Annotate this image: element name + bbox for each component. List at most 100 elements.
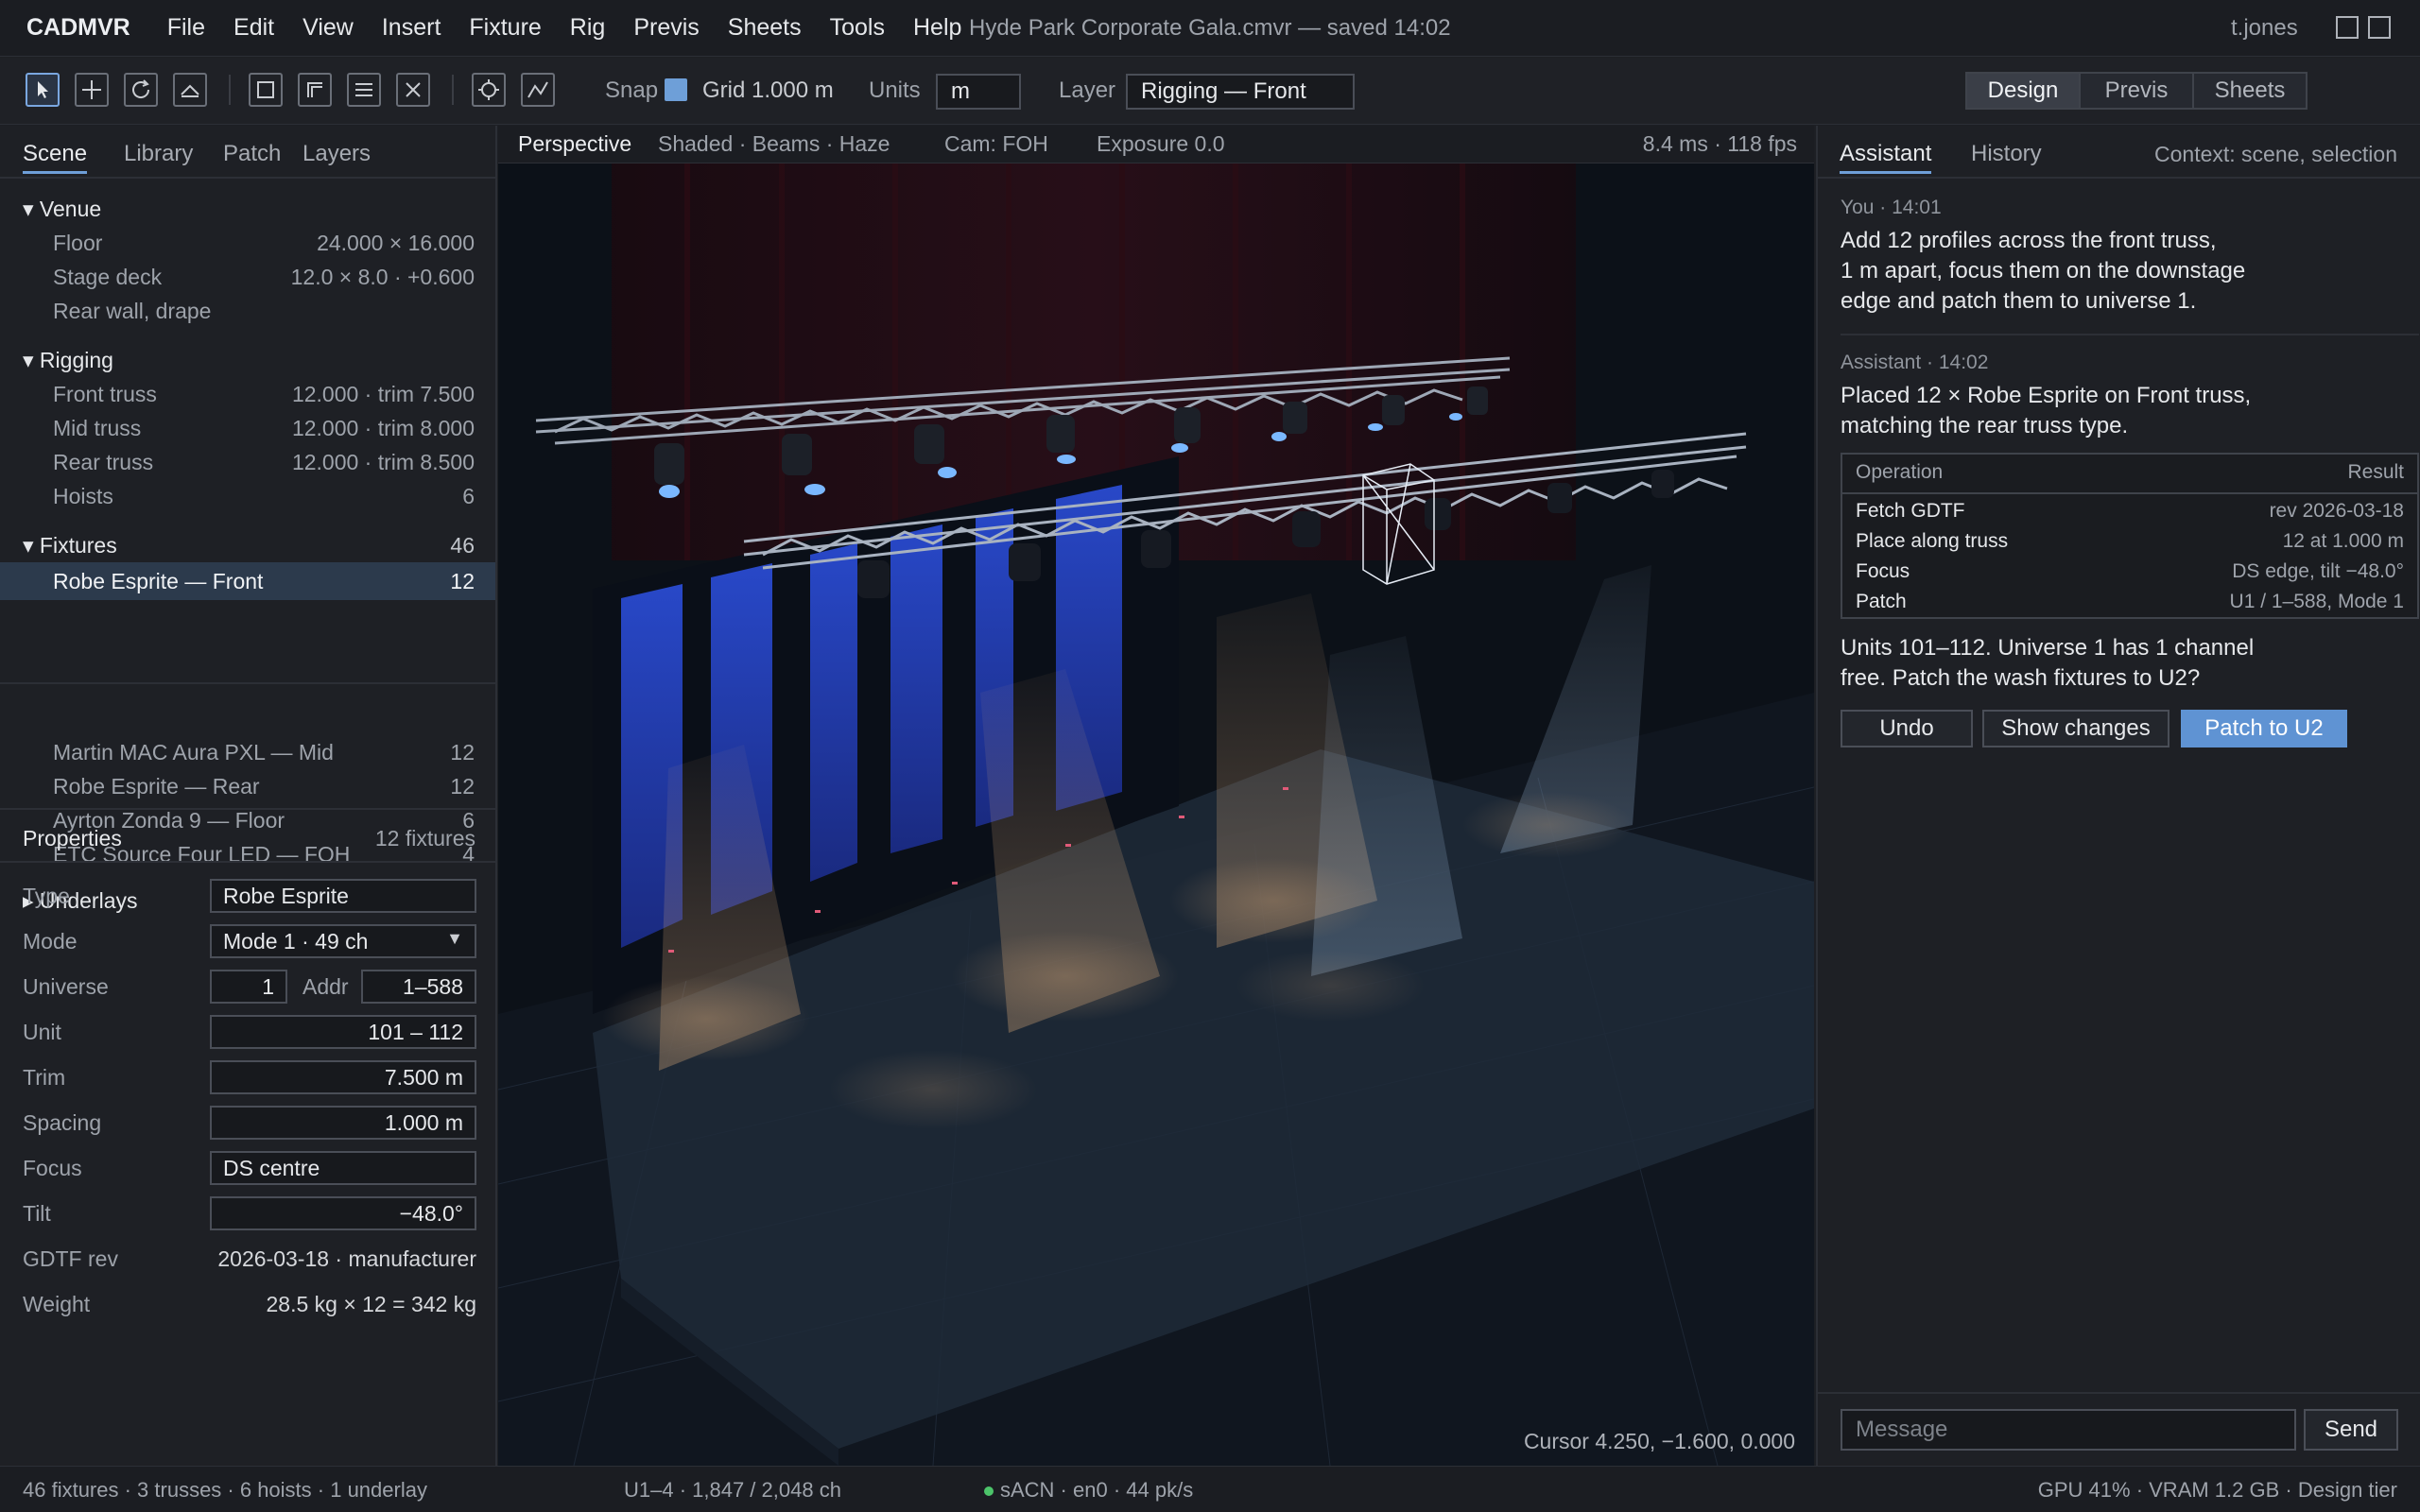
grid-label[interactable]: Grid 1.000 m (702, 77, 834, 104)
menu-help[interactable]: Help (899, 14, 976, 42)
snap-checkbox[interactable] (665, 78, 687, 101)
prop-trim-field[interactable]: 7.500 m (210, 1060, 476, 1094)
mode-design[interactable]: Design (1967, 74, 2079, 108)
result-cell: U1 / 1–588, Mode 1 (2229, 591, 2404, 612)
rotate-tool-icon[interactable] (124, 73, 158, 107)
rectangle-tool-icon[interactable] (249, 73, 283, 107)
item-label: Martin MAC Aura PXL — Mid (53, 740, 334, 765)
tree-item-mac-aura-mid[interactable]: Martin MAC Aura PXL — Mid 12 (0, 735, 495, 769)
prop-mode-select[interactable]: Mode 1 · 49 ch ▼ (210, 924, 476, 958)
operation-cell: Place along truss (1856, 530, 2009, 552)
status-bar: 46 fixtures · 3 trusses · 6 hoists · 1 u… (0, 1466, 2420, 1512)
truss-tool-icon[interactable] (173, 73, 207, 107)
tab-assistant[interactable]: Assistant (1840, 141, 1932, 174)
user-message-meta: You · 14:01 (1841, 197, 1942, 218)
tab-scene[interactable]: Scene (23, 141, 88, 174)
show-changes-button[interactable]: Show changes (1982, 710, 2169, 747)
tree-item-rear-wall[interactable]: Rear wall, drape (0, 294, 495, 328)
select-tool-icon[interactable] (26, 73, 60, 107)
message-input[interactable]: Message (1841, 1409, 2296, 1451)
prop-gdtf-value: 2026-03-18 · manufacturer (217, 1246, 476, 1271)
cursor-readout: Cursor 4.250, −1.600, 0.000 (1523, 1429, 1795, 1453)
tree-item-robe-esprite-front[interactable]: Robe Esprite — Front 12 (0, 562, 495, 600)
table-row: Focus DS edge, tilt −48.0° (1842, 557, 2417, 587)
tab-library[interactable]: Library (124, 141, 193, 167)
message-line: free. Patch the wash fixtures to U2? (1841, 665, 2201, 691)
prop-addr-field[interactable]: 1–588 (361, 970, 476, 1004)
patch-to-u2-button[interactable]: Patch to U2 (2181, 710, 2347, 747)
maximize-window-icon[interactable] (2368, 16, 2391, 39)
focus-target-icon[interactable] (472, 73, 506, 107)
item-label: Mid truss (53, 416, 142, 440)
tree-item-front-truss[interactable]: Front truss 12.000 · trim 7.500 (0, 377, 495, 411)
camera-selector[interactable]: Cam: FOH (944, 131, 1048, 157)
units-select[interactable]: m (936, 74, 1021, 110)
scene-render[interactable] (498, 163, 1814, 1466)
send-button[interactable]: Send (2304, 1409, 2398, 1451)
menu-tools[interactable]: Tools (816, 14, 899, 42)
layer-label: Layer (1059, 77, 1116, 103)
prop-type-field[interactable]: Robe Esprite (210, 879, 476, 913)
prop-mode-label: Mode (23, 929, 78, 954)
item-value: 12 (450, 569, 475, 593)
exposure-control[interactable]: Exposure 0.0 (1097, 131, 1225, 157)
divider (0, 808, 495, 810)
item-label: Front truss (53, 382, 157, 406)
menu-insert[interactable]: Insert (368, 14, 456, 42)
message-line: edge and patch them to universe 1. (1841, 288, 2197, 314)
wall-tool-icon[interactable] (298, 73, 332, 107)
divider (1841, 334, 2419, 335)
restore-window-icon[interactable] (2336, 16, 2359, 39)
item-value: 12.0 × 8.0 · +0.600 (290, 265, 475, 289)
menu-rig[interactable]: Rig (556, 14, 620, 42)
group-label: ▾ Venue (23, 197, 102, 221)
align-tool-icon[interactable] (347, 73, 381, 107)
menu-file[interactable]: File (153, 14, 219, 42)
mode-previs[interactable]: Previs (2079, 74, 2192, 108)
message-line: Add 12 profiles across the front truss, (1841, 228, 2217, 253)
menu-sheets[interactable]: Sheets (714, 14, 816, 42)
tab-patch[interactable]: Patch (223, 141, 281, 167)
prop-tilt-field[interactable]: −48.0° (210, 1196, 476, 1230)
tree-item-hoists[interactable]: Hoists 6 (0, 479, 495, 513)
menu-edit[interactable]: Edit (219, 14, 288, 42)
item-value: 6 (462, 484, 475, 508)
menu-fixture[interactable]: Fixture (455, 14, 555, 42)
menu-previs[interactable]: Previs (619, 14, 713, 42)
tab-history[interactable]: History (1971, 141, 2042, 167)
user-message: Add 12 profiles across the front truss, … (1841, 226, 2389, 317)
view-mode-selector[interactable]: Perspective (518, 131, 631, 157)
user-name[interactable]: t.jones (2231, 15, 2298, 42)
tree-group-fixtures[interactable]: ▾ Fixtures 46 (0, 528, 495, 562)
group-label: ▾ Fixtures (23, 533, 117, 558)
tree-item-mid-truss[interactable]: Mid truss 12.000 · trim 8.000 (0, 411, 495, 445)
menubar: CADMVR File Edit View Insert Fixture Rig… (0, 0, 2420, 57)
path-tool-icon[interactable] (521, 73, 555, 107)
divider (0, 861, 495, 863)
tree-item-stage-deck[interactable]: Stage deck 12.0 × 8.0 · +0.600 (0, 260, 495, 294)
move-tool-icon[interactable] (75, 73, 109, 107)
tab-layers[interactable]: Layers (302, 141, 371, 167)
layer-select[interactable]: Rigging — Front (1126, 74, 1355, 110)
properties-title: Properties (23, 826, 122, 850)
viewport-3d[interactable]: Perspective Shaded · Beams · Haze Cam: F… (498, 126, 1814, 1466)
menu-view[interactable]: View (288, 14, 368, 42)
prop-universe-field[interactable]: 1 (210, 970, 287, 1004)
viewport-header: Perspective Shaded · Beams · Haze Cam: F… (498, 126, 1814, 163)
prop-focus-label: Focus (23, 1156, 82, 1180)
tree-group-rigging[interactable]: ▾ Rigging (0, 343, 495, 377)
render-options[interactable]: Shaded · Beams · Haze (658, 131, 890, 157)
connection-status-icon (984, 1486, 994, 1496)
prop-spacing-field[interactable]: 1.000 m (210, 1106, 476, 1140)
tree-item-rear-truss[interactable]: Rear truss 12.000 · trim 8.500 (0, 445, 495, 479)
delete-tool-icon[interactable] (396, 73, 430, 107)
prop-focus-field[interactable]: DS centre (210, 1151, 476, 1185)
prop-unit-field[interactable]: 101 – 112 (210, 1015, 476, 1049)
undo-button[interactable]: Undo (1841, 710, 1973, 747)
divider (1842, 492, 2417, 494)
tree-group-venue[interactable]: ▾ Venue (0, 192, 495, 226)
tree-item-robe-esprite-rear[interactable]: Robe Esprite — Rear 12 (0, 769, 495, 803)
mode-sheets[interactable]: Sheets (2192, 74, 2306, 108)
tree-item-floor[interactable]: Floor 24.000 × 16.000 (0, 226, 495, 260)
prop-weight-value: 28.5 kg × 12 = 342 kg (266, 1292, 476, 1316)
